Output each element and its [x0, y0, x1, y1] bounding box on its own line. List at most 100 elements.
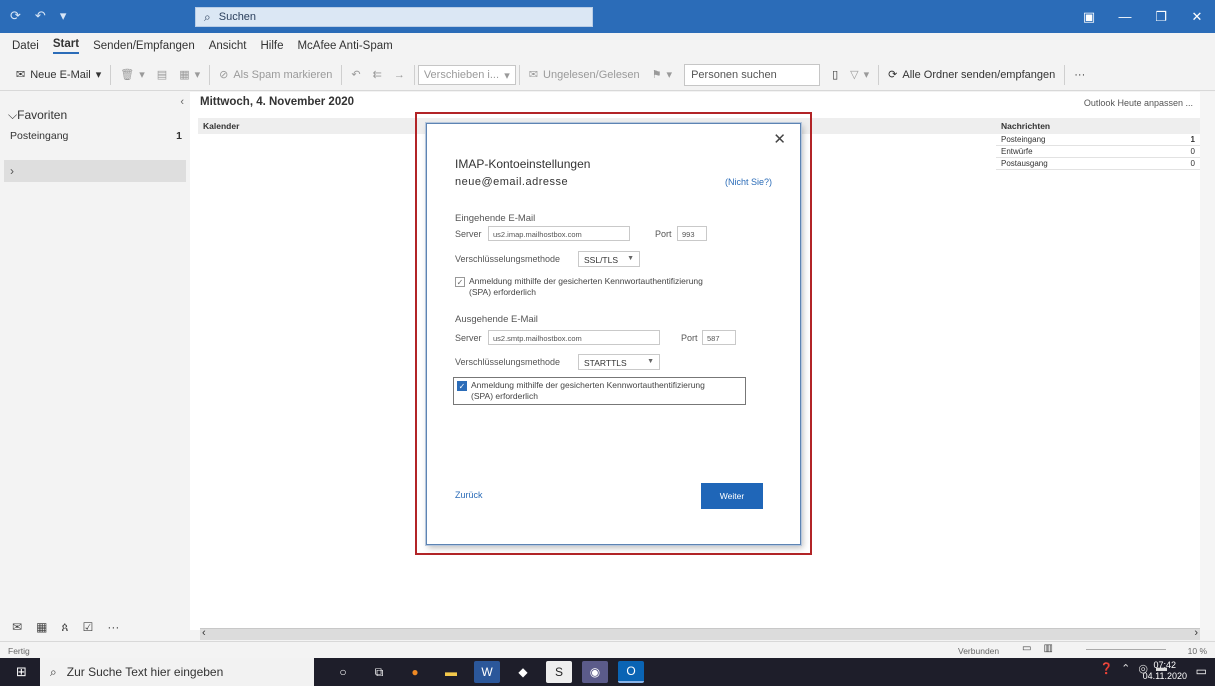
taskbar-clock[interactable]: 07:42 04.11.2020 — [1143, 660, 1187, 682]
list-item[interactable]: Postausgang 0 — [996, 158, 1200, 170]
messages-section: Nachrichten Posteingang 1 Entwürfe 0 Pos… — [996, 118, 1200, 170]
customize-link[interactable]: Outlook Heute anpassen ... — [1084, 98, 1193, 108]
send-receive-all-button[interactable]: ⟳ Alle Ordner senden/empfangen — [882, 63, 1061, 87]
archive-button[interactable]: ▤ — [151, 63, 173, 87]
module-switcher: ✉ ▦ ጰ ☑ ··· — [0, 614, 190, 640]
tab-hilfe[interactable]: Hilfe — [260, 40, 283, 52]
reply-all-button[interactable]: ⇇ — [367, 63, 388, 87]
customize-qa-icon[interactable]: ▾ — [60, 8, 67, 24]
title-bar: ⟳ ↶ ▾ ⌕ Suchen ▣ — ❐ ✕ — [0, 0, 1215, 33]
chevron-right-icon: › — [10, 164, 14, 178]
reply-all-icon: ⇇ — [372, 69, 382, 81]
reading-view-icon[interactable]: ▥ — [1043, 643, 1052, 654]
spam-label: Als Spam markieren — [233, 68, 333, 81]
minimize-icon[interactable]: — — [1107, 0, 1143, 33]
folder-count: 0 — [1190, 159, 1195, 168]
outgoing-port-input[interactable]: 587 — [702, 330, 736, 345]
imap-settings-dialog: ✕ IMAP-Kontoeinstellungen neue@email.adr… — [426, 123, 801, 545]
incoming-port-label: Port — [655, 229, 672, 239]
word-icon[interactable]: W — [474, 661, 500, 683]
close-window-icon[interactable]: ✕ — [1179, 0, 1215, 33]
people-icon[interactable]: ጰ — [61, 620, 68, 635]
send-receive-icon[interactable]: ⟳ — [10, 8, 21, 24]
firefox-icon[interactable]: ● — [402, 661, 428, 683]
scroll-right-icon[interactable]: › — [1194, 627, 1198, 639]
account-email: neue@email.adresse — [455, 176, 569, 188]
sticky-app-icon[interactable]: S — [546, 661, 572, 683]
more-modules-icon[interactable]: ··· — [107, 620, 119, 634]
normal-view-icon[interactable]: ▭ — [1022, 643, 1031, 654]
more-button[interactable]: ··· — [1068, 63, 1091, 87]
taskbar-apps: ○ ⧉ ● ▬ W ◆ S ◉ O — [330, 658, 644, 686]
reply-button[interactable]: ↶ — [345, 63, 366, 87]
task-view-icon[interactable]: ⧉ — [366, 661, 392, 683]
collapse-pane-icon[interactable]: ‹ — [180, 96, 184, 108]
taskbar-search-input[interactable]: ⌕ Zur Suche Text hier eingeben — [40, 658, 314, 686]
list-item[interactable]: Posteingang 1 — [996, 134, 1200, 146]
chevron-down-icon: ▾ — [863, 69, 870, 81]
tab-start[interactable]: Start — [52, 38, 80, 54]
calendar-module-icon[interactable]: ▦ — [36, 620, 47, 634]
search-input[interactable]: ⌕ Suchen — [195, 7, 593, 27]
move-dropdown[interactable]: Verschieben i... ▾ — [417, 64, 516, 85]
incoming-server-input[interactable]: us2.imap.mailhostbox.com — [488, 226, 630, 241]
address-book-icon: ▯ — [832, 69, 839, 81]
tab-senden-empfangen[interactable]: Senden/Empfangen — [93, 40, 195, 52]
windows-start-icon[interactable]: ⊞ — [16, 664, 27, 680]
zoom-level[interactable]: 10 % — [1188, 646, 1207, 656]
list-item[interactable]: Entwürfe 0 — [996, 146, 1200, 158]
tab-mcafee[interactable]: McAfee Anti-Spam — [297, 40, 392, 52]
help-tray-icon[interactable]: ❓ — [1099, 662, 1113, 675]
chevron-down-icon: ▼ — [627, 255, 634, 262]
incoming-port-input[interactable]: 993 — [677, 226, 707, 241]
account-group-collapsed[interactable]: › — [4, 160, 186, 182]
messages-section-header[interactable]: Nachrichten — [996, 118, 1200, 134]
folder-count: 1 — [1190, 135, 1195, 144]
vertical-scrollbar[interactable] — [1200, 92, 1215, 630]
close-icon[interactable]: ✕ — [773, 130, 786, 148]
ribbon-display-icon[interactable]: ▣ — [1071, 0, 1107, 33]
tab-datei[interactable]: Datei — [12, 40, 39, 52]
maximize-icon[interactable]: ❐ — [1143, 0, 1179, 33]
mail-icon[interactable]: ✉ — [12, 620, 22, 634]
scroll-left-icon[interactable]: ‹ — [202, 627, 206, 639]
incoming-encryption-select[interactable]: SSL/TLS ▼ — [578, 251, 640, 267]
filter-button[interactable]: ▽ ▾ — [844, 63, 875, 87]
security-app-icon[interactable]: ◉ — [582, 661, 608, 683]
folder-item-inbox[interactable]: Posteingang 1 — [10, 130, 182, 142]
people-search-input[interactable]: Personen suchen — [684, 63, 821, 86]
address-book-button[interactable]: ▯ — [826, 63, 844, 87]
file-explorer-icon[interactable]: ▬ — [438, 661, 464, 683]
schedule-button[interactable]: ▦ ▾ — [173, 63, 206, 87]
view-switcher: ▭ ▥ — [1022, 643, 1053, 654]
delete-button[interactable]: 🗑 ▾ — [114, 63, 151, 87]
back-link[interactable]: Zurück — [455, 490, 483, 500]
favorites-header[interactable]: ⌵Favoriten — [8, 108, 67, 123]
incoming-spa-label: Anmeldung mithilfe der gesicherten Kennw… — [469, 276, 703, 297]
show-hidden-icons-icon[interactable]: ⌃ — [1121, 662, 1130, 675]
clock-time: 07:42 — [1153, 660, 1177, 670]
spam-button[interactable]: ⊘ Als Spam markieren — [213, 63, 338, 87]
app-icon[interactable]: ◆ — [510, 661, 536, 683]
zoom-slider[interactable] — [1086, 649, 1166, 650]
tasks-icon[interactable]: ☑ — [83, 620, 94, 634]
unread-read-button[interactable]: ✉ Ungelesen/Gelesen — [523, 63, 646, 87]
new-email-button[interactable]: ✉ Neue E-Mail ▾ — [10, 63, 107, 87]
next-button[interactable]: Weiter — [701, 483, 763, 509]
not-you-link[interactable]: (Nicht Sie?) — [725, 177, 772, 187]
outgoing-server-input[interactable]: us2.smtp.mailhostbox.com — [488, 330, 660, 345]
unread-count: 1 — [176, 130, 182, 142]
incoming-spa-checkbox[interactable]: ✓ Anmeldung mithilfe der gesicherten Ken… — [455, 276, 703, 298]
horizontal-scrollbar[interactable]: ‹ › — [200, 627, 1200, 640]
checkbox-icon: ✓ — [455, 277, 465, 287]
forward-button[interactable]: → — [388, 63, 411, 87]
tab-ansicht[interactable]: Ansicht — [209, 40, 247, 52]
outgoing-spa-checkbox[interactable]: ✓ Anmeldung mithilfe der gesicherten Ken… — [453, 377, 746, 405]
outgoing-encryption-select[interactable]: STARTTLS ▼ — [578, 354, 660, 370]
undo-icon[interactable]: ↶ — [35, 8, 46, 24]
cortana-icon[interactable]: ○ — [330, 661, 356, 683]
notification-center-icon[interactable]: ▭ — [1196, 664, 1207, 678]
outlook-icon[interactable]: O — [618, 661, 644, 683]
forward-icon: → — [393, 68, 405, 81]
flag-button[interactable]: ⚑ ▾ — [646, 63, 678, 87]
